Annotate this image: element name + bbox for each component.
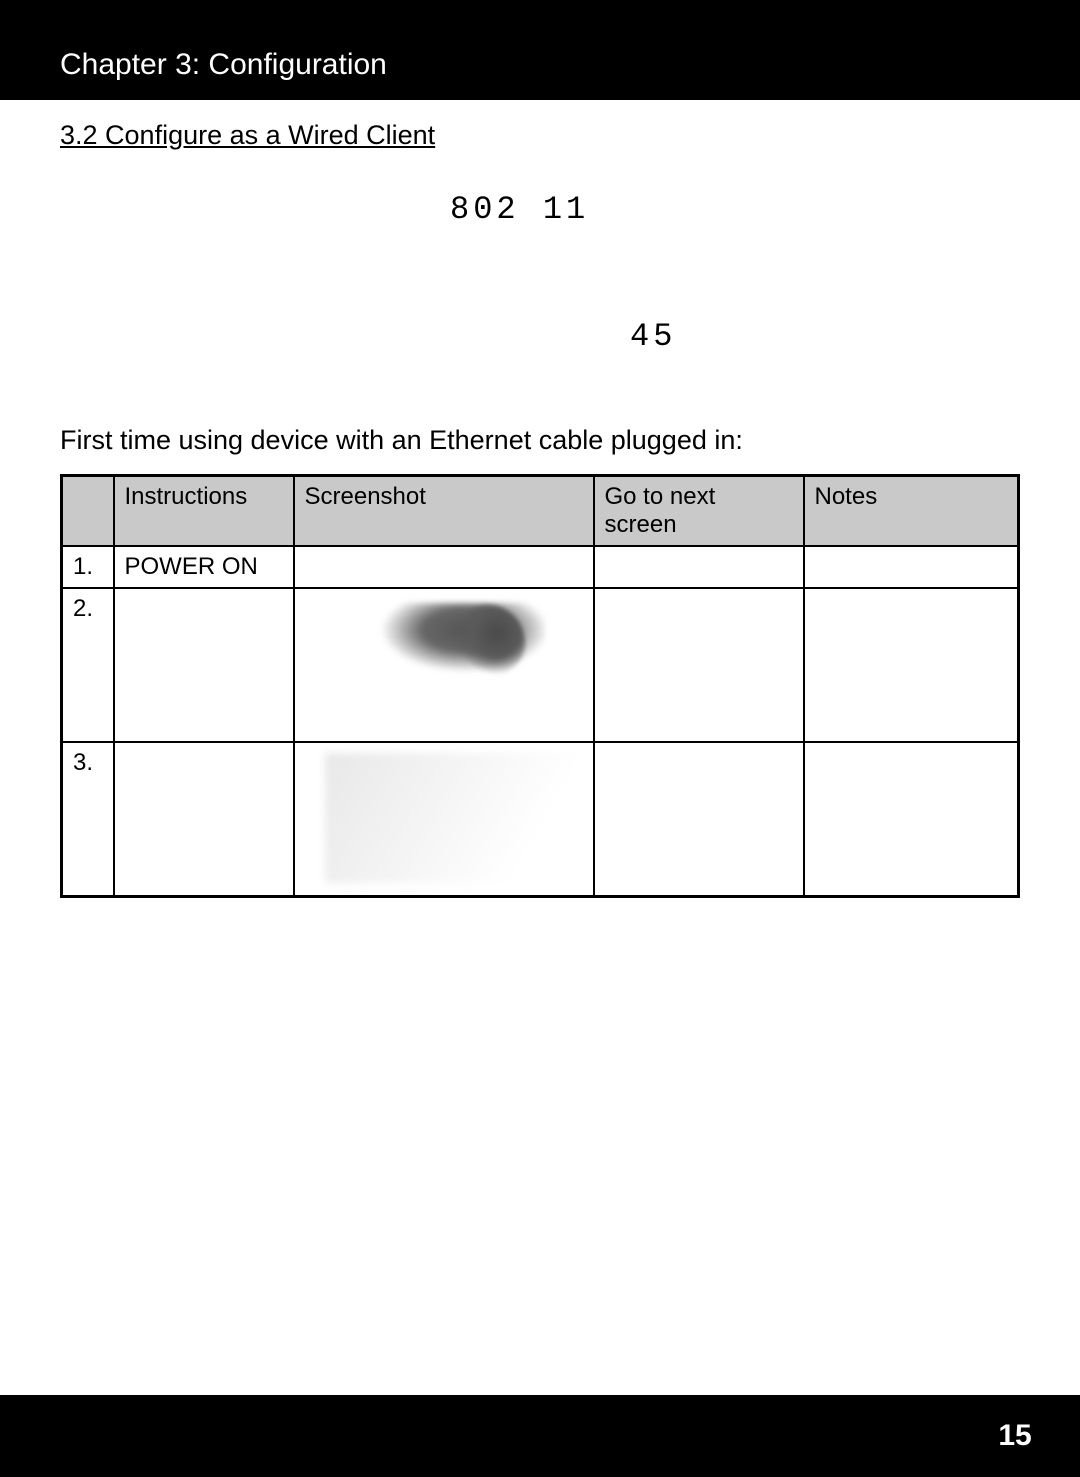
col-header-notes: Notes: [804, 476, 1019, 547]
cell-number: 2.: [62, 588, 114, 742]
cell-instructions: [114, 588, 294, 742]
section-heading: 3.2 Configure as a Wired Client: [60, 120, 1020, 151]
screenshot-image: [305, 749, 583, 889]
col-header-instructions: Instructions: [114, 476, 294, 547]
lcd-text-line-2: 45: [630, 318, 1020, 355]
page-number: 15: [998, 1419, 1031, 1453]
cell-notes: [804, 588, 1019, 742]
screenshot-shape: [455, 605, 525, 675]
cell-number: 1.: [62, 546, 114, 588]
chapter-title: Chapter 3: Configuration: [60, 48, 387, 81]
screenshot-shape: [325, 753, 575, 883]
cell-goto: [594, 546, 804, 588]
cell-notes: [804, 546, 1019, 588]
cell-screenshot: [294, 588, 594, 742]
table-row: 2.: [62, 588, 1019, 742]
col-header-goto: Go to next screen: [594, 476, 804, 547]
lcd-text-line-1: 802 11: [450, 191, 1020, 228]
cell-notes: [804, 742, 1019, 897]
col-header-screenshot: Screenshot: [294, 476, 594, 547]
col-header-number: [62, 476, 114, 547]
page-number-tab: 15: [950, 1395, 1080, 1477]
instructions-table: Instructions Screenshot Go to next scree…: [60, 474, 1020, 898]
cell-goto: [594, 588, 804, 742]
cell-instructions: [114, 742, 294, 897]
cell-goto: [594, 742, 804, 897]
cell-screenshot: [294, 546, 594, 588]
chapter-header: Chapter 3: Configuration: [0, 0, 1080, 100]
document-page: Chapter 3: Configuration 3.2 Configure a…: [0, 0, 1080, 1477]
table-row: 1. POWER ON: [62, 546, 1019, 588]
table-row: 3.: [62, 742, 1019, 897]
intro-text: First time using device with an Ethernet…: [60, 425, 1020, 456]
screenshot-image: [305, 595, 583, 735]
cell-instructions: POWER ON: [114, 546, 294, 588]
cell-screenshot: [294, 742, 594, 897]
page-content: 3.2 Configure as a Wired Client 802 11 4…: [0, 100, 1080, 1395]
cell-number: 3.: [62, 742, 114, 897]
table-header-row: Instructions Screenshot Go to next scree…: [62, 476, 1019, 547]
